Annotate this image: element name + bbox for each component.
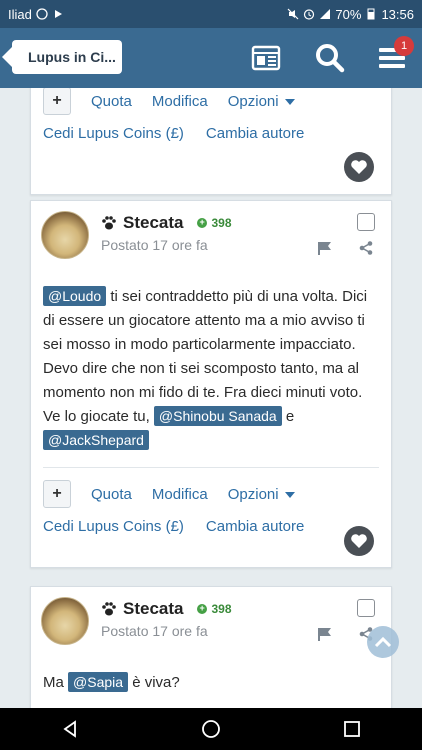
edit-link[interactable]: Modifica <box>152 486 208 503</box>
multiquote-plus-button[interactable]: + <box>43 480 71 508</box>
battery-level: 70% <box>335 6 362 22</box>
post-actions: + Quota Modifica Opzioni <box>31 88 391 115</box>
quote-link[interactable]: Quota <box>91 486 132 503</box>
paw-icon <box>102 602 116 616</box>
menu-button[interactable]: 1 <box>376 36 414 74</box>
post-actions-secondary: Cedi Lupus Coins (£) Cambia autore <box>31 125 391 142</box>
back-breadcrumb-label: Lupus in Ci... <box>28 49 116 65</box>
heart-icon <box>351 534 367 548</box>
reputation-badge: 398 <box>197 602 232 616</box>
post-actions-secondary: Cedi Lupus Coins (£) Cambia autore <box>31 518 391 535</box>
post-card: Stecata 398 Postato 17 ore fa @Loudo ti … <box>30 200 392 568</box>
mention-link[interactable]: @Shinobu Sanada <box>153 406 282 426</box>
post-card: Stecata 398 Postato 17 ore fa Ma @Sapia … <box>30 586 392 708</box>
scroll-to-top-button[interactable] <box>367 626 399 658</box>
notification-badge: 1 <box>394 36 414 56</box>
post-text: è viva? <box>128 674 180 691</box>
author-name[interactable]: Stecata <box>123 599 183 619</box>
app-header: Lupus in Ci... 1 <box>0 28 422 88</box>
whatsapp-icon <box>36 8 48 20</box>
post-text: e <box>281 408 295 425</box>
mention-link[interactable]: @Loudo <box>43 286 107 306</box>
paw-icon <box>102 216 116 230</box>
like-button[interactable] <box>344 152 374 182</box>
options-dropdown[interactable]: Opzioni <box>228 93 295 110</box>
newspaper-icon <box>251 45 281 71</box>
post-content: @Loudo ti sei contraddetto più di una vo… <box>31 265 391 453</box>
post-feed: + Quota Modifica Opzioni Cedi Lupus Coin… <box>0 88 422 708</box>
multiquote-plus-button[interactable]: + <box>43 88 71 115</box>
quote-link[interactable]: Quota <box>91 93 132 110</box>
mention-link[interactable]: @JackShepard <box>43 430 149 450</box>
options-dropdown[interactable]: Opzioni <box>228 486 295 503</box>
search-button[interactable] <box>314 42 346 74</box>
clock: 13:56 <box>381 6 414 22</box>
heart-icon <box>351 160 367 174</box>
alarm-icon <box>304 9 315 20</box>
recents-square-icon[interactable] <box>343 720 361 738</box>
edit-link[interactable]: Modifica <box>152 93 208 110</box>
signal-icon <box>320 9 331 19</box>
give-coins-link[interactable]: Cedi Lupus Coins (£) <box>43 125 184 142</box>
give-coins-link[interactable]: Cedi Lupus Coins (£) <box>43 518 184 535</box>
activity-button[interactable] <box>250 42 282 74</box>
author-name[interactable]: Stecata <box>123 213 183 233</box>
select-post-checkbox[interactable] <box>357 599 375 617</box>
post-content: Ma @Sapia è viva? <box>31 651 391 695</box>
chevron-up-icon <box>374 636 392 648</box>
share-icon[interactable] <box>359 241 373 255</box>
search-icon <box>316 44 345 73</box>
author-line: Stecata 398 <box>101 213 232 233</box>
chevron-down-icon <box>284 98 295 105</box>
home-circle-icon[interactable] <box>201 719 221 739</box>
change-author-link[interactable]: Cambia autore <box>206 518 304 535</box>
options-label: Opzioni <box>227 485 279 503</box>
mention-link[interactable]: @Sapia <box>68 672 129 692</box>
flag-icon[interactable] <box>317 627 333 641</box>
reputation-count: 398 <box>211 216 232 230</box>
flag-icon[interactable] <box>317 241 333 255</box>
change-author-link[interactable]: Cambia autore <box>206 125 304 142</box>
reputation-badge: 398 <box>197 216 232 230</box>
system-nav-bar <box>0 708 422 750</box>
post-text: Ma <box>43 674 69 691</box>
status-bar: Iliad 70% 13:56 <box>0 0 422 28</box>
chevron-down-icon <box>284 491 295 498</box>
back-triangle-icon[interactable] <box>61 720 79 738</box>
options-label: Opzioni <box>227 92 279 110</box>
plus-icon <box>197 217 208 228</box>
avatar[interactable] <box>41 211 89 259</box>
reputation-count: 398 <box>211 602 232 616</box>
post-text: ti sei contraddetto più di una volta. Di… <box>43 288 368 425</box>
post-card: + Quota Modifica Opzioni Cedi Lupus Coin… <box>30 88 392 195</box>
author-line: Stecata 398 <box>101 599 232 619</box>
battery-icon <box>367 8 375 20</box>
post-timestamp[interactable]: Postato 17 ore fa <box>101 237 208 253</box>
post-header: Stecata 398 Postato 17 ore fa <box>31 201 391 265</box>
post-timestamp[interactable]: Postato 17 ore fa <box>101 623 208 639</box>
post-header: Stecata 398 Postato 17 ore fa <box>31 587 391 651</box>
carrier-label: Iliad <box>8 6 32 22</box>
post-actions: + Quota Modifica Opzioni <box>31 468 391 508</box>
play-icon <box>54 10 62 18</box>
plus-icon <box>197 603 208 614</box>
avatar[interactable] <box>41 597 89 645</box>
select-post-checkbox[interactable] <box>357 213 375 231</box>
back-breadcrumb-button[interactable]: Lupus in Ci... <box>2 40 122 74</box>
mute-icon <box>287 8 299 20</box>
like-button[interactable] <box>344 526 374 556</box>
